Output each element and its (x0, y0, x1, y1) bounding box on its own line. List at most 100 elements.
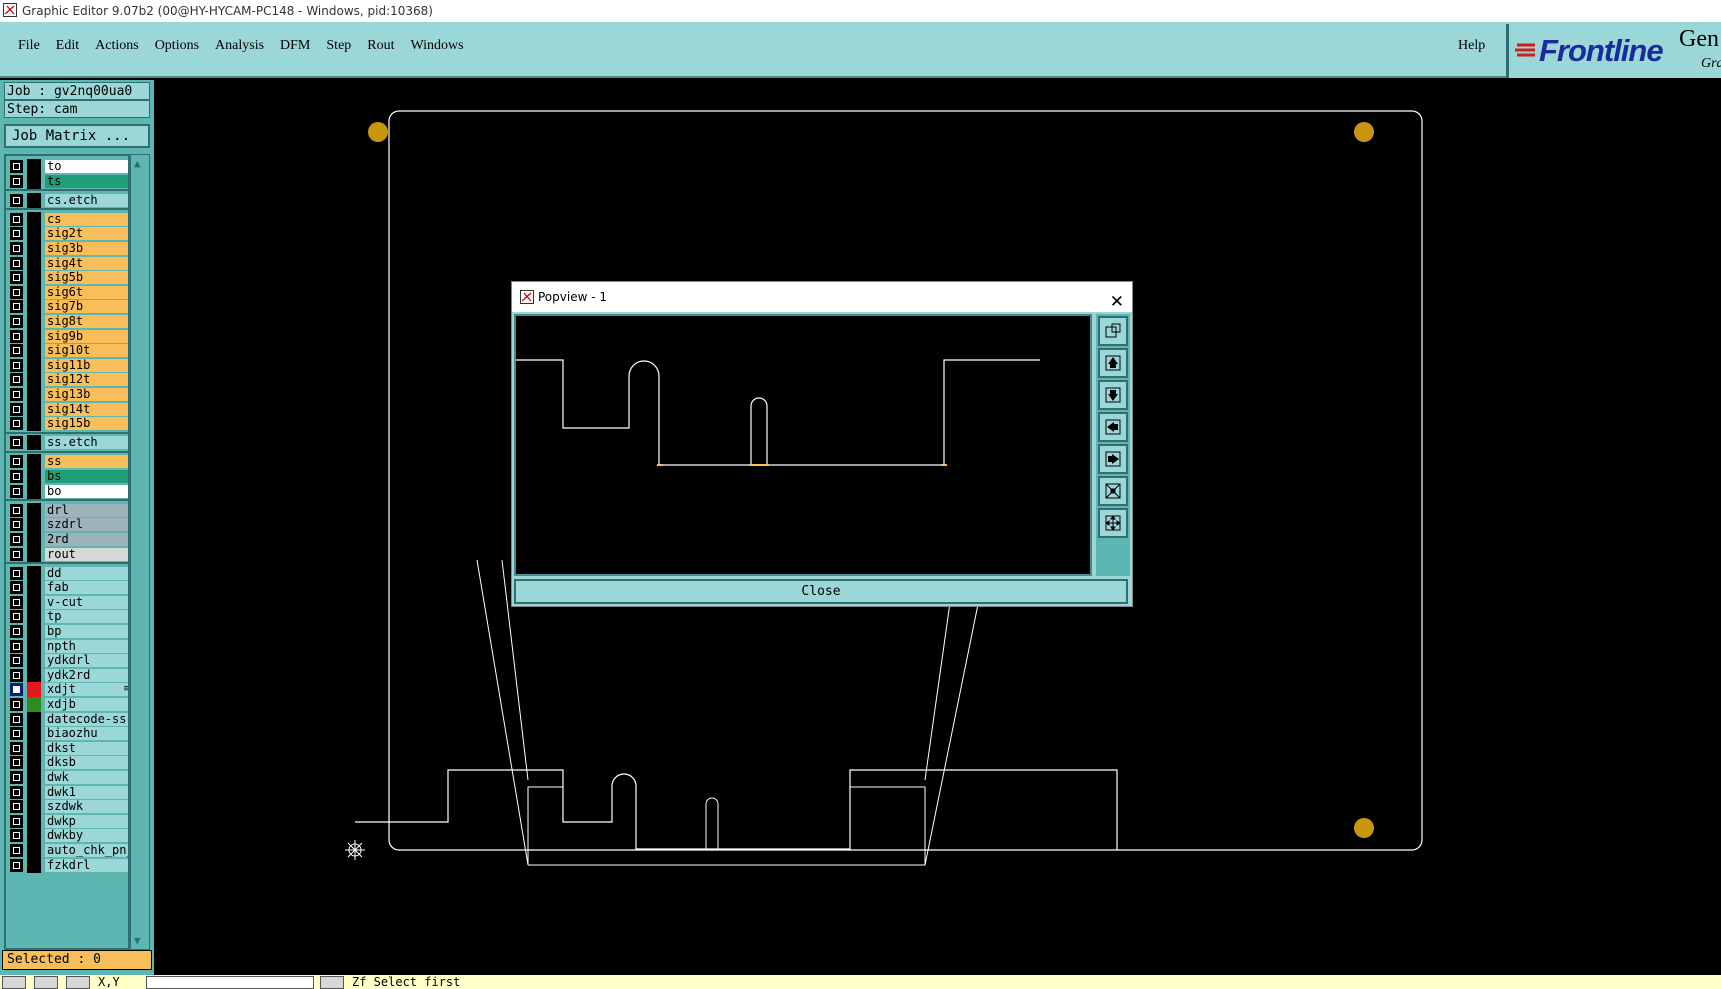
layer-name[interactable]: ss (45, 455, 128, 469)
layer-name[interactable]: fzkdrl (45, 858, 128, 872)
layer-checkbox[interactable] (10, 300, 23, 314)
layer-checkbox[interactable] (10, 470, 23, 483)
layer-row[interactable]: xdjt ≡ (8, 682, 128, 698)
layer-row[interactable]: sig4t (8, 255, 128, 271)
layer-name[interactable]: xdjb (45, 698, 128, 711)
layer-name[interactable]: auto_chk_pn_ (45, 844, 128, 857)
layer-checkbox[interactable] (10, 402, 23, 416)
layer-row[interactable]: sig14t (8, 401, 128, 417)
layer-row[interactable]: dwk1 (8, 784, 128, 800)
layer-name[interactable]: ydkdrl (45, 654, 128, 668)
pan-left-tool[interactable] (1098, 412, 1128, 442)
status-tool-button-3[interactable] (66, 976, 90, 989)
layer-checkbox[interactable] (10, 532, 23, 546)
layer-name[interactable]: dwkp (45, 814, 128, 828)
layer-checkbox[interactable] (10, 436, 23, 450)
layer-checkbox[interactable] (10, 160, 23, 173)
layer-name[interactable]: dwk (45, 771, 128, 784)
layer-checkbox[interactable] (10, 242, 23, 255)
layer-checkbox[interactable] (10, 329, 23, 343)
layer-name[interactable]: v-cut (45, 595, 128, 609)
menu-analysis[interactable]: Analysis (207, 38, 272, 54)
layer-name[interactable]: sig8t (45, 315, 128, 328)
layer-row[interactable]: sig6t (8, 284, 128, 300)
layer-name[interactable]: szdrl (45, 518, 128, 532)
layer-row[interactable]: dksb (8, 755, 128, 771)
layer-checkbox[interactable] (10, 844, 23, 857)
layer-row[interactable]: sig3b (8, 241, 128, 256)
layer-row[interactable]: ss.etch (8, 435, 128, 451)
layer-row[interactable]: ydk2rd (8, 667, 128, 683)
zoom-out-tool[interactable] (1098, 476, 1128, 506)
layer-row[interactable]: dwk (8, 770, 128, 785)
layer-checkbox[interactable] (10, 698, 23, 711)
layer-checkbox[interactable] (10, 455, 23, 469)
layer-checkbox[interactable] (10, 193, 23, 207)
layer-row[interactable]: cs (8, 211, 128, 227)
layer-row[interactable]: drl (8, 502, 128, 518)
layer-checkbox[interactable] (10, 741, 23, 755)
menu-help[interactable]: Help (1458, 38, 1485, 54)
layer-name[interactable]: tp (45, 610, 128, 624)
menu-dfm[interactable]: DFM (272, 38, 318, 54)
layer-row[interactable]: v-cut (8, 594, 128, 610)
layer-name[interactable]: sig11b (45, 358, 128, 372)
layer-checkbox[interactable] (10, 683, 23, 697)
pan-up-tool[interactable] (1098, 348, 1128, 378)
layer-name[interactable]: npth (45, 639, 128, 653)
popview-viewport[interactable] (514, 314, 1092, 576)
layer-checkbox[interactable] (10, 654, 23, 668)
layer-row[interactable]: bp (8, 624, 128, 639)
layer-row[interactable]: ydkdrl (8, 653, 128, 669)
layer-name[interactable]: bp (45, 625, 128, 638)
layer-checkbox[interactable] (10, 829, 23, 843)
layer-row[interactable]: datecode-ss (8, 711, 128, 727)
layer-checkbox[interactable] (10, 712, 23, 726)
layer-checkbox[interactable] (10, 547, 23, 561)
menu-rout[interactable]: Rout (359, 38, 402, 54)
layer-checkbox[interactable] (10, 227, 23, 241)
layer-name[interactable]: sig9b (45, 329, 128, 343)
layer-checkbox[interactable] (10, 581, 23, 595)
menu-options[interactable]: Options (147, 38, 207, 54)
layer-name[interactable]: drl (45, 503, 128, 517)
layer-name[interactable]: dkst (45, 741, 128, 755)
layer-row[interactable]: npth (8, 638, 128, 654)
layer-row[interactable]: cs.etch (8, 192, 128, 208)
layer-checkbox[interactable] (10, 756, 23, 770)
layer-row[interactable]: rout (8, 546, 128, 562)
status-tool-button-4[interactable] (320, 976, 344, 989)
layer-checkbox[interactable] (10, 358, 23, 372)
layer-row[interactable]: biaozhu (8, 726, 128, 742)
layer-name[interactable]: sig5b (45, 271, 128, 285)
layer-row[interactable]: sig7b (8, 299, 128, 315)
layer-checkbox[interactable] (10, 668, 23, 682)
menu-actions[interactable]: Actions (87, 38, 147, 54)
layer-checkbox[interactable] (10, 595, 23, 609)
status-tool-button-1[interactable] (2, 976, 26, 989)
layer-checkbox[interactable] (10, 814, 23, 828)
layer-row[interactable]: sig13b (8, 387, 128, 402)
layer-name[interactable]: ts (45, 174, 128, 188)
layer-row[interactable]: szdrl (8, 517, 128, 533)
layer-name[interactable]: dwkby (45, 829, 128, 843)
layer-row[interactable]: szdwk (8, 799, 128, 815)
layer-checkbox[interactable] (10, 388, 23, 401)
layer-row[interactable]: bo (8, 483, 128, 499)
layer-name[interactable]: sig2t (45, 227, 128, 241)
menu-step[interactable]: Step (318, 38, 359, 54)
layer-name[interactable]: bs (45, 470, 128, 483)
layer-checkbox[interactable] (10, 256, 23, 270)
layer-checkbox[interactable] (10, 503, 23, 517)
layer-checkbox[interactable] (10, 566, 23, 580)
layer-checkbox[interactable] (10, 417, 23, 431)
layer-name[interactable]: sig15b (45, 417, 128, 431)
layer-checkbox[interactable] (10, 800, 23, 814)
layer-name[interactable]: sig7b (45, 300, 128, 314)
layer-checkbox[interactable] (10, 212, 23, 226)
layer-name[interactable]: dd (45, 566, 128, 580)
menu-edit[interactable]: Edit (48, 38, 87, 54)
layer-row[interactable]: to (8, 159, 128, 174)
layer-checkbox[interactable] (10, 785, 23, 799)
layer-menu-icon[interactable]: ≡ (124, 683, 128, 696)
